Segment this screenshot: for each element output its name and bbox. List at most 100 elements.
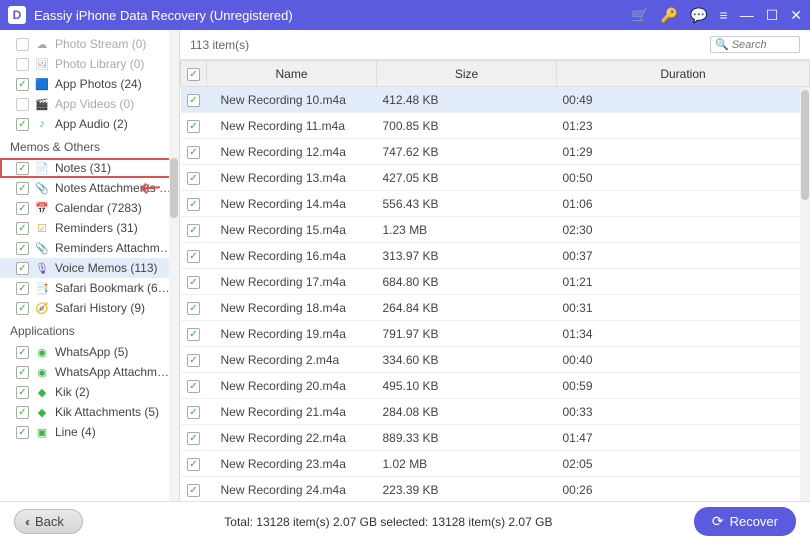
item-checkbox[interactable] — [16, 242, 29, 255]
sidebar-scrollbar[interactable] — [169, 30, 179, 501]
sidebar-item[interactable]: 📅Calendar (7283) — [0, 198, 179, 218]
row-checkbox[interactable] — [187, 276, 200, 289]
sidebar-item[interactable]: 🎙Voice Memos (113) — [0, 258, 179, 278]
header-size[interactable]: Size — [377, 61, 557, 87]
menu-icon[interactable]: ≡ — [720, 7, 728, 23]
item-checkbox[interactable] — [16, 38, 29, 51]
cell-checkbox[interactable] — [181, 269, 207, 295]
table-row[interactable]: New Recording 15.m4a1.23 MB02:30 — [181, 217, 810, 243]
item-checkbox[interactable] — [16, 162, 29, 175]
item-checkbox[interactable] — [16, 386, 29, 399]
row-checkbox[interactable] — [187, 94, 200, 107]
row-checkbox[interactable] — [187, 224, 200, 237]
table-row[interactable]: New Recording 14.m4a556.43 KB01:06 — [181, 191, 810, 217]
cell-checkbox[interactable] — [181, 217, 207, 243]
item-checkbox[interactable] — [16, 202, 29, 215]
item-checkbox[interactable] — [16, 182, 29, 195]
header-name[interactable]: Name — [207, 61, 377, 87]
table-row[interactable]: New Recording 20.m4a495.10 KB00:59 — [181, 373, 810, 399]
cell-checkbox[interactable] — [181, 399, 207, 425]
cell-checkbox[interactable] — [181, 321, 207, 347]
table-row[interactable]: New Recording 10.m4a412.48 KB00:49 — [181, 87, 810, 113]
table-row[interactable]: New Recording 12.m4a747.62 KB01:29 — [181, 139, 810, 165]
sidebar-item[interactable]: ▣Line (4) — [0, 422, 179, 442]
row-checkbox[interactable] — [187, 302, 200, 315]
row-checkbox[interactable] — [187, 458, 200, 471]
sidebar-item[interactable]: ◉WhatsApp Attachmen... — [0, 362, 179, 382]
sidebar-item[interactable]: ☑Reminders (31) — [0, 218, 179, 238]
sidebar-item[interactable]: 📎Notes Attachments (24) — [0, 178, 179, 198]
row-checkbox[interactable] — [187, 328, 200, 341]
row-checkbox[interactable] — [187, 380, 200, 393]
sidebar-item[interactable]: 📄Notes (31) — [0, 158, 179, 178]
sidebar-item[interactable]: ☁Photo Stream (0) — [0, 34, 179, 54]
item-checkbox[interactable] — [16, 406, 29, 419]
item-checkbox[interactable] — [16, 366, 29, 379]
cell-checkbox[interactable] — [181, 373, 207, 399]
table-row[interactable]: New Recording 22.m4a889.33 KB01:47 — [181, 425, 810, 451]
cell-checkbox[interactable] — [181, 139, 207, 165]
sidebar-item[interactable]: ◉WhatsApp (5) — [0, 342, 179, 362]
recover-button[interactable]: ⟳ Recover — [694, 507, 796, 536]
item-checkbox[interactable] — [16, 118, 29, 131]
row-checkbox[interactable] — [187, 250, 200, 263]
select-all-checkbox[interactable] — [187, 68, 200, 81]
sidebar-item[interactable]: 🟦App Photos (24) — [0, 74, 179, 94]
table-row[interactable]: New Recording 13.m4a427.05 KB00:50 — [181, 165, 810, 191]
item-checkbox[interactable] — [16, 58, 29, 71]
header-duration[interactable]: Duration — [557, 61, 810, 87]
cart-icon[interactable]: 🛒 — [631, 7, 648, 24]
key-icon[interactable]: 🔑 — [661, 7, 678, 24]
chat-icon[interactable]: 💬 — [690, 7, 707, 24]
cell-checkbox[interactable] — [181, 295, 207, 321]
cell-checkbox[interactable] — [181, 191, 207, 217]
item-checkbox[interactable] — [16, 262, 29, 275]
header-checkbox-col[interactable] — [181, 61, 207, 87]
row-checkbox[interactable] — [187, 484, 200, 497]
table-row[interactable]: New Recording 17.m4a684.80 KB01:21 — [181, 269, 810, 295]
row-checkbox[interactable] — [187, 432, 200, 445]
sidebar-item[interactable]: ◆Kik Attachments (5) — [0, 402, 179, 422]
cell-checkbox[interactable] — [181, 477, 207, 502]
table-row[interactable]: New Recording 21.m4a284.08 KB00:33 — [181, 399, 810, 425]
maximize-icon[interactable]: ☐ — [766, 7, 779, 24]
row-checkbox[interactable] — [187, 172, 200, 185]
cell-checkbox[interactable] — [181, 347, 207, 373]
item-checkbox[interactable] — [16, 426, 29, 439]
row-checkbox[interactable] — [187, 406, 200, 419]
cell-checkbox[interactable] — [181, 165, 207, 191]
cell-checkbox[interactable] — [181, 425, 207, 451]
item-checkbox[interactable] — [16, 282, 29, 295]
item-checkbox[interactable] — [16, 346, 29, 359]
table-row[interactable]: New Recording 19.m4a791.97 KB01:34 — [181, 321, 810, 347]
sidebar-item[interactable]: 📎Reminders Attachmen... — [0, 238, 179, 258]
sidebar-item[interactable]: 🧭Safari History (9) — [0, 298, 179, 318]
row-checkbox[interactable] — [187, 146, 200, 159]
cell-checkbox[interactable] — [181, 243, 207, 269]
sidebar-item[interactable]: 📑Safari Bookmark (653) — [0, 278, 179, 298]
table-row[interactable]: New Recording 18.m4a264.84 KB00:31 — [181, 295, 810, 321]
item-checkbox[interactable] — [16, 98, 29, 111]
sidebar-item[interactable]: 🎬App Videos (0) — [0, 94, 179, 114]
row-checkbox[interactable] — [187, 120, 200, 133]
table-row[interactable]: New Recording 23.m4a1.02 MB02:05 — [181, 451, 810, 477]
close-icon[interactable]: ✕ — [790, 7, 802, 24]
cell-checkbox[interactable] — [181, 87, 207, 113]
minimize-icon[interactable]: — — [740, 7, 754, 23]
search-input[interactable] — [732, 39, 794, 51]
table-row[interactable]: New Recording 11.m4a700.85 KB01:23 — [181, 113, 810, 139]
cell-checkbox[interactable] — [181, 113, 207, 139]
sidebar-item[interactable]: ◆Kik (2) — [0, 382, 179, 402]
sidebar-item[interactable]: 🖼Photo Library (0) — [0, 54, 179, 74]
item-checkbox[interactable] — [16, 302, 29, 315]
item-checkbox[interactable] — [16, 78, 29, 91]
table-row[interactable]: New Recording 24.m4a223.39 KB00:26 — [181, 477, 810, 502]
content-scrollbar[interactable] — [800, 88, 810, 501]
table-row[interactable]: New Recording 16.m4a313.97 KB00:37 — [181, 243, 810, 269]
cell-checkbox[interactable] — [181, 451, 207, 477]
item-checkbox[interactable] — [16, 222, 29, 235]
table-row[interactable]: New Recording 2.m4a334.60 KB00:40 — [181, 347, 810, 373]
row-checkbox[interactable] — [187, 354, 200, 367]
sidebar-item[interactable]: ♪App Audio (2) — [0, 114, 179, 134]
back-button[interactable]: ‹‹ Back — [14, 509, 83, 534]
